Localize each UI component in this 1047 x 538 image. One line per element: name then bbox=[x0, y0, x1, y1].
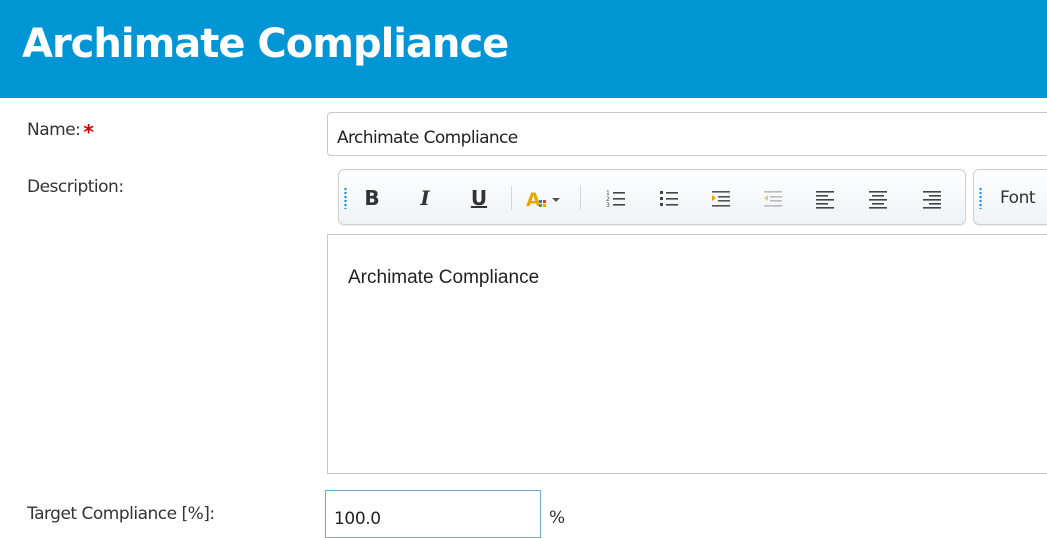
indent-button[interactable] bbox=[706, 184, 736, 212]
target-compliance-label: Target Compliance [%]: bbox=[27, 504, 215, 524]
description-text: Archimate Compliance bbox=[348, 267, 540, 288]
name-label-row: Name: * bbox=[27, 120, 94, 144]
unordered-list-icon bbox=[654, 189, 684, 209]
italic-icon: I bbox=[420, 186, 430, 210]
align-left-button[interactable] bbox=[810, 184, 840, 212]
italic-button[interactable]: I bbox=[410, 184, 440, 212]
description-editor[interactable]: Archimate Compliance bbox=[327, 234, 1047, 474]
percent-unit: % bbox=[549, 508, 566, 528]
bold-button[interactable]: B bbox=[357, 184, 387, 212]
font-color-button[interactable]: A bbox=[520, 184, 570, 212]
editor-toolbar: B I U A 1 2 3 bbox=[338, 169, 966, 225]
toolbar-separator bbox=[511, 186, 512, 210]
toolbar-separator bbox=[580, 186, 581, 210]
underline-button[interactable]: U bbox=[464, 184, 494, 212]
align-center-icon bbox=[863, 189, 893, 209]
toolbar-grip[interactable] bbox=[344, 187, 347, 209]
unordered-list-button[interactable] bbox=[654, 184, 684, 212]
underline-icon: U bbox=[470, 186, 488, 210]
align-right-button[interactable] bbox=[917, 184, 947, 212]
align-right-icon bbox=[917, 189, 947, 209]
outdent-button[interactable] bbox=[758, 184, 788, 212]
svg-text:3: 3 bbox=[606, 202, 610, 209]
required-marker: * bbox=[83, 120, 94, 144]
page-title: Archimate Compliance bbox=[22, 21, 509, 67]
font-color-icon: A bbox=[520, 189, 570, 211]
name-label: Name: bbox=[27, 120, 81, 140]
description-label: Description: bbox=[27, 177, 124, 197]
ordered-list-icon: 1 2 3 bbox=[601, 189, 631, 209]
font-select[interactable]: Font bbox=[1000, 185, 1036, 211]
outdent-icon bbox=[758, 189, 788, 209]
bold-icon: B bbox=[364, 186, 380, 210]
target-compliance-input[interactable]: 100.0 bbox=[325, 490, 541, 538]
font-toolbar: Font bbox=[973, 169, 1047, 225]
name-input[interactable]: Archimate Compliance bbox=[327, 112, 1047, 156]
svg-text:A: A bbox=[526, 189, 541, 211]
page-header: Archimate Compliance bbox=[0, 0, 1047, 98]
align-center-button[interactable] bbox=[863, 184, 893, 212]
toolbar-grip[interactable] bbox=[979, 187, 982, 209]
indent-icon bbox=[706, 189, 736, 209]
align-left-icon bbox=[810, 189, 840, 209]
ordered-list-button[interactable]: 1 2 3 bbox=[601, 184, 631, 212]
